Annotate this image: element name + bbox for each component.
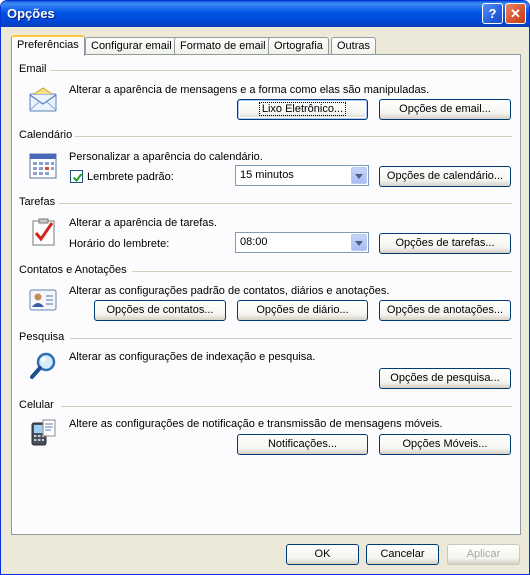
tasks-description: Alterar a aparência de tarefas. xyxy=(69,217,217,229)
search-options-button[interactable]: Opções de pesquisa... xyxy=(379,368,511,389)
junk-email-button[interactable]: Lixo Eletrônico... xyxy=(237,99,368,120)
default-reminder-checkbox[interactable] xyxy=(70,170,83,183)
tab-outras[interactable]: Outras xyxy=(331,37,377,55)
tab-ortografia[interactable]: Ortografia xyxy=(268,37,329,55)
section-divider xyxy=(61,406,512,407)
checkmark-icon xyxy=(72,173,83,183)
section-divider xyxy=(75,136,512,137)
cancel-button[interactable]: Cancelar xyxy=(366,544,439,565)
contact-card-icon xyxy=(29,289,57,311)
ok-button[interactable]: OK xyxy=(286,544,359,565)
tab-formato-de-email[interactable]: Formato de email xyxy=(174,37,272,55)
calendar-options-button[interactable]: Opções de calendário... xyxy=(379,166,511,187)
calendar-icon xyxy=(29,153,57,179)
help-button[interactable]: ? xyxy=(482,3,503,24)
section-label-search: Pesquisa xyxy=(19,331,65,343)
section-divider xyxy=(70,338,512,339)
search-description: Alterar as configurações de indexação e … xyxy=(69,351,316,363)
section-divider xyxy=(132,271,512,272)
section-divider xyxy=(50,70,512,71)
reminder-time-select[interactable]: 08:00 xyxy=(235,232,369,253)
options-dialog: Opções ? ✕ Preferências Configurar email… xyxy=(0,0,530,575)
mobile-options-button[interactable]: Opções Móveis... xyxy=(379,434,511,455)
mobile-description: Altere as configurações de notificação e… xyxy=(69,418,443,430)
section-label-mobile: Celular xyxy=(19,399,54,411)
default-reminder-label: Lembrete padrão: xyxy=(87,171,174,183)
chevron-down-icon[interactable] xyxy=(351,167,367,184)
chevron-down-icon[interactable] xyxy=(351,234,367,251)
journal-options-button[interactable]: Opções de diário... xyxy=(237,300,368,321)
default-reminder-value: 15 minutos xyxy=(240,169,294,181)
junk-email-label: Lixo Eletrônico... xyxy=(258,102,347,116)
calendar-description: Personalizar a aparência do calendário. xyxy=(69,151,263,163)
section-label-email: Email xyxy=(19,63,47,75)
section-label-calendar: Calendário xyxy=(19,129,73,141)
tasks-options-button[interactable]: Opções de tarefas... xyxy=(379,233,511,254)
close-icon: ✕ xyxy=(510,6,521,21)
section-divider xyxy=(59,203,512,204)
tab-preferencias[interactable]: Preferências xyxy=(11,35,85,56)
window-title: Opções xyxy=(7,6,55,21)
notifications-button[interactable]: Notificações... xyxy=(237,434,368,455)
reminder-time-label: Horário do lembrete: xyxy=(69,238,170,250)
contacts-options-button[interactable]: Opções de contatos... xyxy=(94,300,226,321)
task-check-icon xyxy=(32,218,55,246)
close-button[interactable]: ✕ xyxy=(505,3,526,24)
tab-configurar-email[interactable]: Configurar email xyxy=(85,37,178,55)
reminder-time-value: 08:00 xyxy=(240,236,268,248)
title-bar[interactable]: Opções ? ✕ xyxy=(1,1,529,27)
notes-options-button[interactable]: Opções de anotações... xyxy=(379,300,511,321)
magnifier-icon xyxy=(30,352,56,379)
envelope-icon xyxy=(29,87,57,112)
preferences-panel: Email Alterar a aparência de mensagens e… xyxy=(11,54,521,535)
section-label-tasks: Tarefas xyxy=(19,196,56,208)
help-icon: ? xyxy=(488,6,497,21)
email-description: Alterar a aparência de mensagens e a for… xyxy=(69,84,430,96)
mobile-device-icon xyxy=(31,419,56,446)
default-reminder-select[interactable]: 15 minutos xyxy=(235,165,369,186)
contacts-description: Alterar as configurações padrão de conta… xyxy=(69,285,390,297)
email-options-button[interactable]: Opções de email... xyxy=(379,99,511,120)
apply-button[interactable]: Aplicar xyxy=(447,544,520,565)
section-label-contacts: Contatos e Anotações xyxy=(19,264,127,276)
